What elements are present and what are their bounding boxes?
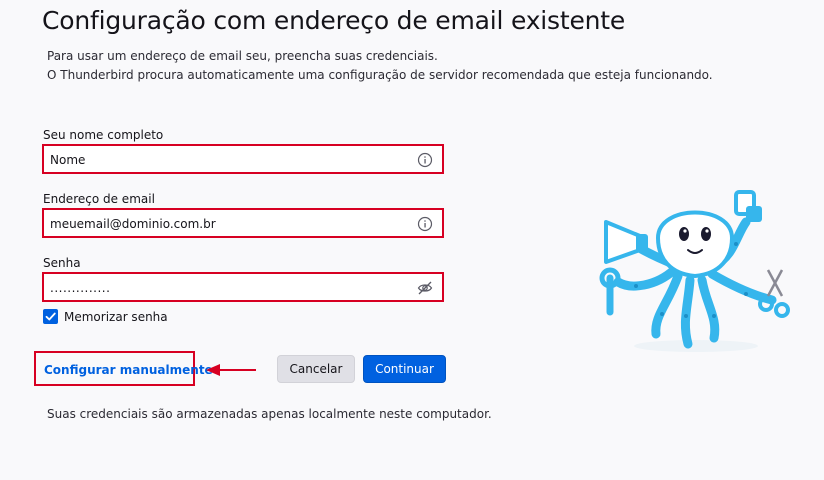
description-line-1: Para usar um endereço de email seu, pree…	[47, 49, 438, 63]
eye-slash-icon[interactable]	[417, 280, 433, 296]
name-label: Seu nome completo	[43, 128, 164, 142]
arrow-left-icon	[206, 364, 256, 376]
password-input[interactable]	[50, 279, 410, 297]
info-icon[interactable]	[417, 216, 433, 232]
email-label: Endereço de email	[43, 192, 155, 206]
email-field	[42, 208, 444, 238]
remember-password-checkbox[interactable]	[43, 309, 58, 324]
info-icon[interactable]	[417, 152, 433, 168]
email-input[interactable]	[50, 215, 410, 233]
checkmark-icon	[45, 312, 56, 321]
description-line-2: O Thunderbird procura automaticamente um…	[47, 68, 713, 82]
continue-button[interactable]: Continuar	[363, 355, 446, 383]
name-input[interactable]	[50, 151, 410, 169]
name-field	[42, 144, 444, 174]
page-title: Configuração com endereço de email exist…	[42, 6, 626, 35]
remember-password-label[interactable]: Memorizar senha	[64, 310, 168, 324]
cancel-button[interactable]: Cancelar	[277, 355, 355, 383]
manual-config-label: Configurar manualmente	[44, 363, 213, 377]
octopus-mascot-illustration	[599, 190, 790, 352]
password-label: Senha	[43, 256, 81, 270]
footer-note: Suas credenciais são armazenadas apenas …	[47, 407, 492, 421]
manual-config-button[interactable]: Configurar manualmente	[34, 351, 213, 386]
password-field	[42, 272, 444, 302]
